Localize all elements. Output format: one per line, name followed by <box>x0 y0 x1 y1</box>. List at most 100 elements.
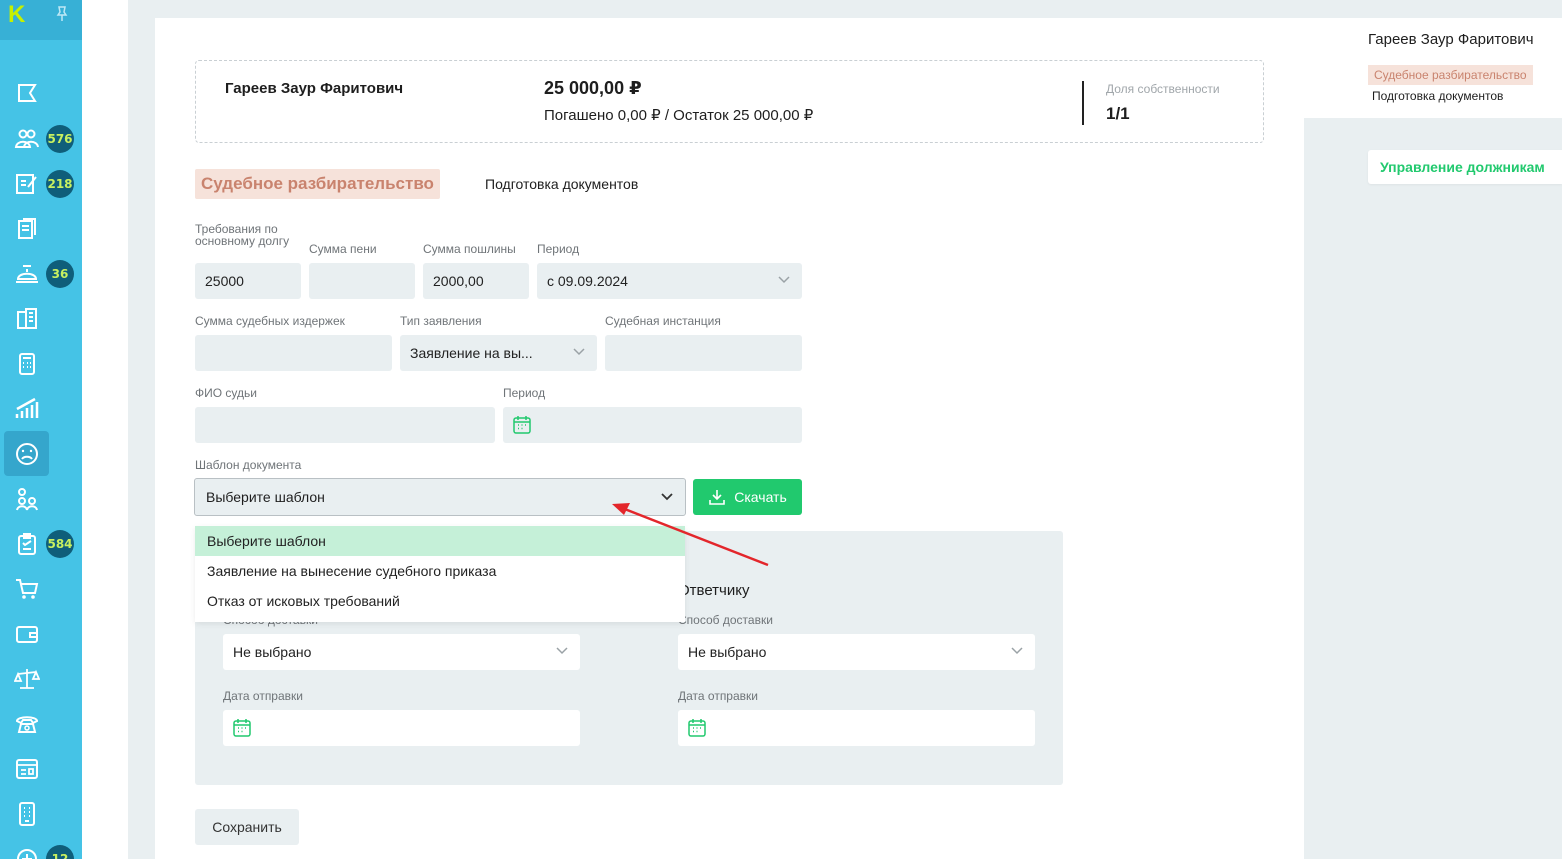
nav-flag[interactable] <box>4 71 49 116</box>
penalty-input[interactable] <box>309 263 415 299</box>
download-label: Скачать <box>734 489 787 505</box>
nav-cart[interactable] <box>4 566 49 611</box>
gutter <box>82 0 128 859</box>
clipboard-check-icon <box>17 532 36 555</box>
nav-reception[interactable] <box>4 251 49 296</box>
right-send-date-label: Дата отправки <box>678 689 758 703</box>
debtor-name: Гареев Заур Фаритович <box>225 80 404 97</box>
paid-remainder: Погашено 0,00 ₽ / Остаток 25 000,00 ₽ <box>544 107 814 124</box>
team-icon <box>15 487 38 510</box>
claim-type-label: Тип заявления <box>400 314 482 328</box>
nav-mobile[interactable] <box>4 791 49 836</box>
chevron-down-icon <box>573 348 585 356</box>
content-background-top <box>128 0 1562 18</box>
claim-type-value: Заявление на вы... <box>410 345 533 361</box>
court-label: Судебная инстанция <box>605 314 721 328</box>
template-option[interactable]: Выберите шаблон <box>195 526 685 556</box>
claim-type-select[interactable]: Заявление на вы... <box>400 335 597 371</box>
calculator-icon <box>18 352 35 375</box>
wallet-icon <box>15 625 38 643</box>
pin-icon[interactable] <box>52 4 72 24</box>
template-option[interactable]: Отказ от исковых требований <box>195 586 685 616</box>
period-select[interactable]: с 09.09.2024 <box>537 263 802 299</box>
checklist-badge: 584 <box>46 530 74 558</box>
period2-date-input[interactable] <box>503 407 802 443</box>
fee-input[interactable]: 2000,00 <box>423 263 529 299</box>
manage-debtors-button[interactable]: Управление должникам <box>1368 150 1562 184</box>
debtors-badge: 576 <box>46 125 74 153</box>
period2-label: Период <box>503 386 546 400</box>
nav-tasks[interactable] <box>4 161 49 206</box>
left-send-date-label: Дата отправки <box>223 689 303 703</box>
edit-document-icon <box>15 173 37 194</box>
right-send-date-input[interactable] <box>678 710 1035 746</box>
chevron-down-icon <box>661 493 673 501</box>
judge-label: ФИО судьи <box>195 386 257 400</box>
nav-legal[interactable] <box>4 656 49 701</box>
period-label: Период <box>537 242 580 256</box>
nav-buildings[interactable] <box>4 296 49 341</box>
right-stage-chip: Судебное разбирательство <box>1368 65 1533 85</box>
phone-icon <box>15 715 38 733</box>
calendar-icon <box>688 719 706 737</box>
app-logo[interactable]: K <box>0 0 82 40</box>
respondent-title: Ответчику <box>678 582 750 599</box>
download-icon <box>709 490 726 505</box>
chart-growth-icon <box>15 397 38 418</box>
debtor-summary-card: Гареев Заур Фаритович 25 000,00 ₽ Погаше… <box>195 60 1264 143</box>
scales-icon <box>13 668 40 689</box>
court-input[interactable] <box>605 335 802 371</box>
nav-analytics[interactable] <box>4 386 49 431</box>
nav-cards[interactable] <box>4 746 49 791</box>
nav-team[interactable] <box>4 476 49 521</box>
logo-letter: K <box>8 1 26 28</box>
main-debt-input[interactable]: 25000 <box>195 263 301 299</box>
ownership-share-value: 1/1 <box>1106 104 1130 123</box>
left-send-date-input[interactable] <box>223 710 580 746</box>
stage-chip: Судебное разбирательство <box>195 169 440 199</box>
save-button[interactable]: Сохранить <box>195 809 299 845</box>
nav-debtors[interactable] <box>4 116 49 161</box>
period-value: с 09.09.2024 <box>547 273 628 289</box>
template-dropdown: Выберите шаблон Заявление на вынесение с… <box>195 526 685 622</box>
reception-badge: 36 <box>46 260 74 288</box>
template-select[interactable]: Выберите шаблон <box>194 478 686 516</box>
right-debtor-name: Гареев Заур Фаритович <box>1368 31 1534 48</box>
fee-label: Сумма пошлины <box>423 242 516 256</box>
penalty-label: Сумма пени <box>309 242 377 256</box>
right-delivery-method-select[interactable]: Не выбрано <box>678 634 1035 670</box>
add-circle-icon <box>16 848 37 859</box>
nav-phone[interactable] <box>4 701 49 746</box>
reception-bell-icon <box>15 264 38 283</box>
tasks-badge: 218 <box>46 170 74 198</box>
chevron-down-icon <box>1011 647 1023 655</box>
nav-wallet[interactable] <box>4 611 49 656</box>
documents-icon <box>17 217 36 239</box>
left-delivery-method-select[interactable]: Не выбрано <box>223 634 580 670</box>
users-group-icon <box>14 129 39 148</box>
court-costs-input[interactable] <box>195 335 392 371</box>
right-substage: Подготовка документов <box>1372 89 1504 103</box>
sad-face-icon <box>15 442 38 465</box>
right-delivery-method-value: Не выбрано <box>688 644 767 660</box>
debt-amount: 25 000,00 ₽ <box>544 78 642 98</box>
calendar-icon <box>513 416 531 434</box>
template-option[interactable]: Заявление на вынесение судебного приказа <box>195 556 685 586</box>
flag-icon <box>17 83 37 102</box>
nav-problem-debtors[interactable] <box>4 431 49 476</box>
add-badge: 12 <box>46 845 74 859</box>
cart-icon <box>15 578 38 599</box>
building-icon <box>16 307 37 329</box>
left-delivery-method-value: Не выбрано <box>233 644 312 660</box>
nav-add[interactable] <box>4 836 49 859</box>
download-button[interactable]: Скачать <box>693 479 802 515</box>
ownership-share-label: Доля собственности <box>1106 82 1220 96</box>
card-divider <box>1082 81 1084 125</box>
mobile-icon <box>18 801 35 826</box>
nav-documents[interactable] <box>4 206 49 251</box>
right-delivery-method-label: Способ доставки <box>678 613 773 627</box>
substage-label: Подготовка документов <box>485 176 639 192</box>
nav-checklist[interactable] <box>4 521 49 566</box>
nav-calculator[interactable] <box>4 341 49 386</box>
judge-input[interactable] <box>195 407 495 443</box>
